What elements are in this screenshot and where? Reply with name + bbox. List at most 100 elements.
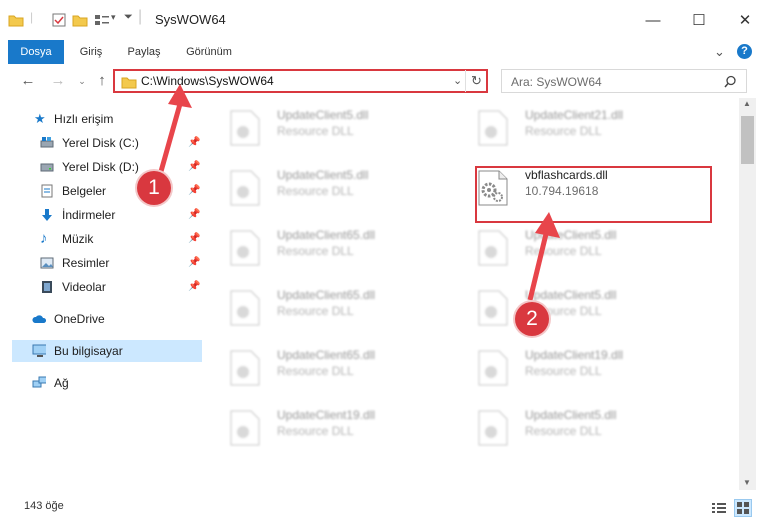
file-description: Resource DLL <box>277 184 354 198</box>
dll-file-icon <box>230 290 260 326</box>
file-description: Resource DLL <box>525 124 602 138</box>
large-icons-view-icon[interactable] <box>734 499 752 517</box>
pin-icon: 📌 <box>188 233 201 244</box>
file-item[interactable]: UpdateClient65.dll Resource DLL <box>207 278 437 334</box>
forward-button[interactable]: → <box>48 70 68 92</box>
file-item[interactable]: UpdateClient5.dll Resource DLL <box>207 158 437 214</box>
tab-view[interactable]: Görünüm <box>176 40 242 64</box>
dll-file-icon <box>230 110 260 146</box>
file-name: UpdateClient21.dll <box>525 108 624 122</box>
back-button[interactable]: ← <box>18 70 38 92</box>
nav-label: Hızlı erişim <box>54 112 114 126</box>
quick-access-dropdown-icon[interactable]: ▾ <box>111 12 116 23</box>
search-input[interactable]: Ara: SysWOW64 <box>501 69 747 93</box>
nav-network[interactable]: Ağ <box>12 372 202 394</box>
nav-item-local-disk-c[interactable]: Yerel Disk (C:) 📌 <box>12 132 202 154</box>
nav-item-pictures[interactable]: Resimler 📌 <box>12 252 202 274</box>
nav-quick-access[interactable]: ★ Hızlı erişim <box>12 108 202 130</box>
file-highlight-box <box>475 166 712 223</box>
tab-file[interactable]: Dosya <box>8 40 64 64</box>
dll-file-icon <box>478 230 508 266</box>
music-icon: ♪ <box>40 230 48 247</box>
close-button[interactable]: ✕ <box>722 0 768 40</box>
separator: | <box>138 8 143 25</box>
address-path[interactable]: C:\Windows\SysWOW64 <box>141 74 274 88</box>
computer-icon <box>32 344 46 357</box>
properties-icon[interactable] <box>52 13 66 27</box>
tab-share[interactable]: Paylaş <box>118 40 170 64</box>
pin-icon: 📌 <box>188 281 201 292</box>
file-name: UpdateClient65.dll <box>277 228 376 242</box>
nav-item-downloads[interactable]: İndirmeler 📌 <box>12 204 202 226</box>
view-options-icon[interactable] <box>94 13 110 27</box>
file-item[interactable]: UpdateClient5.dll Resource DLL <box>455 278 685 334</box>
file-name: UpdateClient5.dll <box>277 108 369 122</box>
file-description: Resource DLL <box>277 424 354 438</box>
nav-item-local-disk-d[interactable]: Yerel Disk (D:) 📌 <box>12 156 202 178</box>
search-icon[interactable] <box>724 75 737 88</box>
file-name: UpdateClient65.dll <box>277 288 376 302</box>
pictures-icon <box>40 257 54 269</box>
scroll-down-icon[interactable]: ▼ <box>743 478 751 487</box>
file-item[interactable]: UpdateClient5.dll Resource DLL <box>207 98 437 154</box>
search-placeholder: Ara: SysWOW64 <box>511 75 602 89</box>
pin-icon: 📌 <box>188 257 201 268</box>
dll-file-icon <box>478 350 508 386</box>
nav-label: Bu bilgisayar <box>54 344 123 358</box>
file-description: Resource DLL <box>277 244 354 258</box>
nav-label: İndirmeler <box>62 208 116 222</box>
nav-item-music[interactable]: ♪ Müzik 📌 <box>12 228 202 250</box>
nav-label: Resimler <box>62 256 110 270</box>
dll-file-icon <box>230 170 260 206</box>
window-title: SysWOW64 <box>155 12 226 27</box>
nav-label: Müzik <box>62 232 94 246</box>
file-description: Resource DLL <box>277 304 354 318</box>
scrollbar-thumb[interactable] <box>741 116 754 164</box>
network-icon <box>32 376 46 388</box>
folder-icon <box>121 77 137 89</box>
folder-icon <box>8 15 24 27</box>
new-folder-icon[interactable] <box>72 13 88 27</box>
file-item[interactable]: UpdateClient65.dll Resource DLL <box>207 338 437 394</box>
minimize-button[interactable]: — <box>630 0 676 40</box>
nav-this-pc[interactable]: Bu bilgisayar <box>12 340 202 362</box>
callout-2: 2 <box>515 302 549 336</box>
pin-icon: 📌 <box>188 185 201 196</box>
pin-icon: 📌 <box>188 137 201 148</box>
file-name: UpdateClient19.dll <box>525 348 624 362</box>
file-description: Resource DLL <box>525 364 602 378</box>
file-name: UpdateClient65.dll <box>277 348 376 362</box>
maximize-button[interactable]: ☐ <box>676 0 722 40</box>
tab-home[interactable]: Giriş <box>66 40 116 64</box>
nav-label: Belgeler <box>62 184 107 198</box>
title-bar: | ▾ ⏷ | SysWOW64 — ☐ ✕ <box>0 0 769 40</box>
refresh-icon[interactable]: ↻ <box>471 73 482 89</box>
file-item[interactable]: UpdateClient5.dll Resource DLL <box>455 398 685 454</box>
dll-file-icon <box>230 230 260 266</box>
file-item[interactable]: UpdateClient21.dll Resource DLL <box>455 98 685 154</box>
drive-icon <box>40 137 54 148</box>
file-name: UpdateClient5.dll <box>277 168 369 182</box>
file-item[interactable]: UpdateClient19.dll Resource DLL <box>207 398 437 454</box>
recent-locations-icon[interactable]: ⌄ <box>72 70 92 92</box>
nav-item-documents[interactable]: Belgeler 📌 <box>12 180 202 202</box>
customize-toolbar-icon[interactable]: ⏷ <box>124 11 133 24</box>
file-item[interactable]: UpdateClient65.dll Resource DLL <box>207 218 437 274</box>
nav-label: OneDrive <box>54 312 105 326</box>
nav-onedrive[interactable]: OneDrive <box>12 308 202 330</box>
pin-icon: 📌 <box>188 161 201 172</box>
scroll-up-icon[interactable]: ▲ <box>743 99 751 108</box>
ribbon-collapse-icon[interactable]: ⌄ <box>714 44 725 60</box>
file-item[interactable]: UpdateClient19.dll Resource DLL <box>455 338 685 394</box>
address-bar[interactable]: C:\Windows\SysWOW64 ⌄ ↻ <box>113 69 488 93</box>
callout-1: 1 <box>137 171 171 205</box>
help-icon[interactable]: ? <box>737 44 752 59</box>
file-item[interactable]: UpdateClient5.dll Resource DLL <box>455 218 685 274</box>
address-dropdown-icon[interactable]: ⌄ <box>453 74 462 87</box>
dll-file-icon <box>230 410 260 446</box>
nav-item-videos[interactable]: Videolar 📌 <box>12 276 202 298</box>
details-view-icon[interactable] <box>711 501 727 515</box>
file-description: Resource DLL <box>277 364 354 378</box>
up-button[interactable]: ↑ <box>92 70 112 92</box>
divider <box>465 70 466 92</box>
